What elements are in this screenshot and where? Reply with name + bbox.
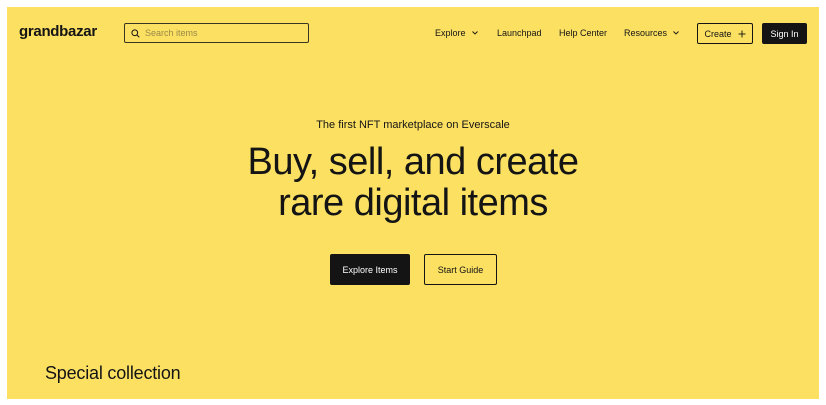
hero-title-line-1: Buy, sell, and create [247,141,579,183]
start-guide-button[interactable]: Start Guide [424,254,497,285]
search-input[interactable] [145,28,295,38]
hero-title: Buy, sell, and create rare digital items [7,142,819,224]
nav-resources[interactable]: Resources [624,7,679,59]
plus-icon [738,30,745,37]
sign-in-button-label: Sign In [770,28,799,39]
nav-launchpad[interactable]: Launchpad [497,7,542,59]
explore-items-button[interactable]: Explore Items [330,254,410,285]
start-guide-button-label: Start Guide [437,264,484,275]
special-collection-heading: Special collection [45,363,181,383]
sign-in-button[interactable]: Sign In [762,23,807,44]
nav-help-center[interactable]: Help Center [559,7,607,59]
explore-items-button-label: Explore Items [342,264,398,275]
page: grandbazar Explore Launchpad Help Center [7,7,819,399]
chevron-down-icon [471,31,478,35]
hero-tagline: The first NFT marketplace on Everscale [316,119,510,131]
search-box[interactable] [124,23,309,43]
logo[interactable]: grandbazar [19,23,97,40]
create-button[interactable]: Create [697,23,753,44]
nav-resources-label: Resources [624,28,668,38]
nav-help-center-label: Help Center [559,28,608,38]
nav-explore-label: Explore [435,28,466,38]
nav-explore[interactable]: Explore [435,7,478,59]
create-button-label: Create [704,28,732,39]
header: grandbazar Explore Launchpad Help Center [7,7,819,59]
chevron-down-icon [673,31,679,35]
search-icon [131,28,140,38]
nav-launchpad-label: Launchpad [497,28,542,38]
hero-title-line-2: rare digital items [278,182,548,224]
